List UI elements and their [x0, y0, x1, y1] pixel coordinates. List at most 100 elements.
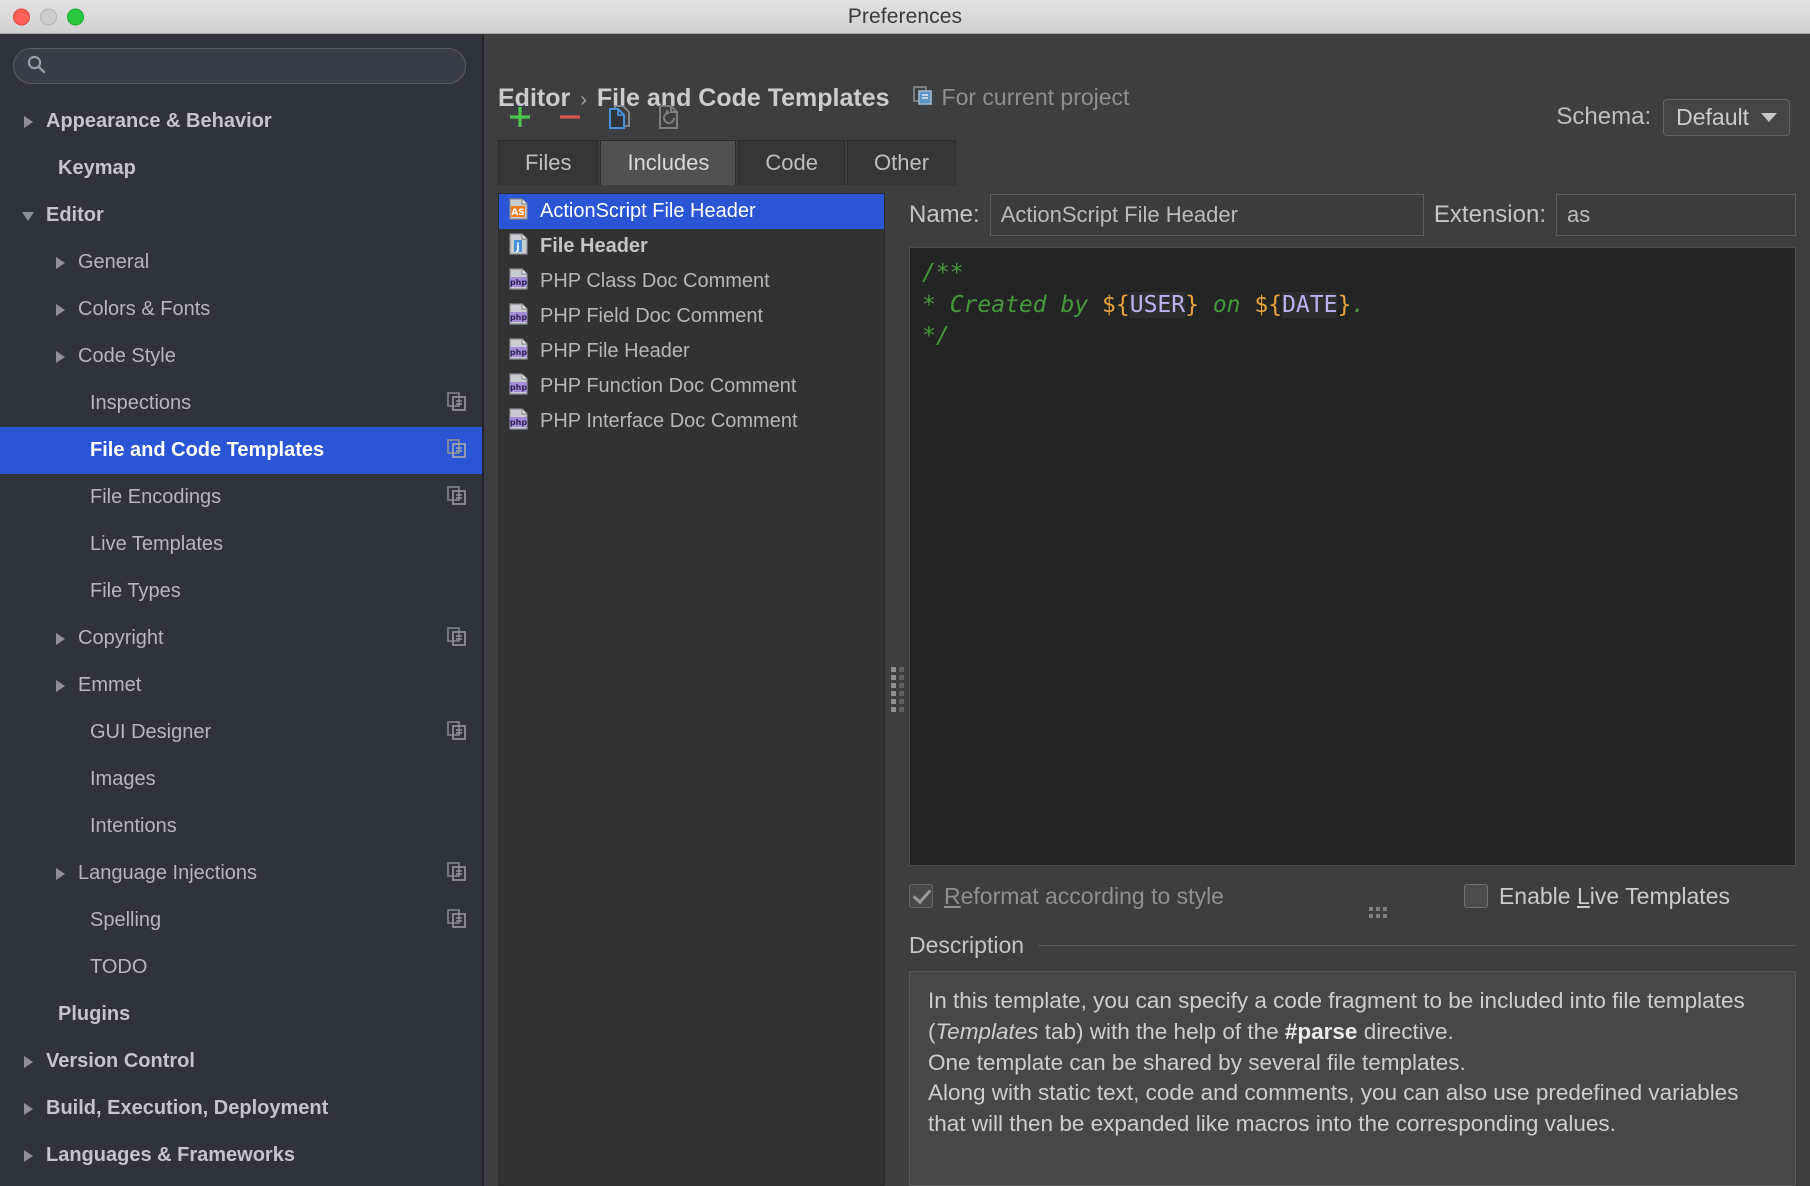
remove-template-button[interactable] — [548, 97, 592, 137]
code-var-date-name: DATE — [1282, 291, 1338, 318]
sidebar-item-keymap[interactable]: Keymap — [0, 145, 482, 192]
sidebar-item-appearance-behavior[interactable]: Appearance & Behavior — [0, 98, 482, 145]
svg-text:j: j — [515, 242, 519, 253]
sidebar-item-file-types[interactable]: File Types — [0, 568, 482, 615]
name-label: Name: — [909, 201, 980, 228]
search-field[interactable] — [13, 48, 466, 84]
chevron-down-icon[interactable] — [20, 207, 38, 225]
template-list-item[interactable]: AS ActionScript File Header — [499, 194, 884, 229]
sidebar-item-live-templates[interactable]: Live Templates — [0, 521, 482, 568]
sidebar-item-images[interactable]: Images — [0, 756, 482, 803]
template-list-item-label: PHP Field Doc Comment — [540, 305, 764, 327]
template-list-item[interactable]: j File Header — [499, 229, 884, 264]
code-var-user-close: } — [1185, 291, 1199, 318]
desc-p1-b: tab) with the help of the — [1038, 1018, 1285, 1044]
search-input[interactable] — [54, 57, 453, 75]
close-window-button[interactable] — [13, 8, 30, 25]
sidebar-item-spelling[interactable]: Spelling — [0, 897, 482, 944]
template-code-editor[interactable]: /** * Created by ${USER} on ${DATE}. */ — [909, 247, 1796, 866]
sidebar-item-build-execution-deployment[interactable]: Build, Execution, Deployment — [0, 1085, 482, 1132]
sidebar-item-file-and-code-templates[interactable]: File and Code Templates — [0, 427, 482, 474]
template-extension-value: as — [1567, 202, 1591, 227]
sidebar-item-intentions[interactable]: Intentions — [0, 803, 482, 850]
template-list-item[interactable]: php PHP File Header — [499, 334, 884, 369]
panel-splitter[interactable] — [885, 193, 909, 1186]
reset-template-button[interactable] — [648, 97, 692, 137]
sidebar-item-todo[interactable]: TODO — [0, 944, 482, 991]
chevron-right-icon[interactable] — [52, 865, 70, 883]
maximize-window-button[interactable] — [67, 8, 84, 25]
sidebar-item-emmet[interactable]: Emmet — [0, 662, 482, 709]
code-line-1: /** — [922, 258, 1795, 290]
svg-text:php: php — [510, 348, 527, 357]
desc-p3: Along with static text, code and comment… — [928, 1080, 1739, 1137]
tab-includes[interactable]: Includes — [600, 140, 737, 185]
reformat-option[interactable]: Reformat according to style — [909, 883, 1224, 910]
sidebar-item-label: Images — [90, 768, 156, 790]
sidebar-item-inspections[interactable]: Inspections — [0, 380, 482, 427]
enable-live-templates-option[interactable]: Enable Live Templates — [1463, 883, 1730, 910]
template-list-item-label: PHP Class Doc Comment — [540, 270, 770, 292]
chevron-right-icon[interactable] — [52, 254, 70, 272]
sidebar-item-general[interactable]: General — [0, 239, 482, 286]
sidebar-item-label: GUI Designer — [90, 721, 212, 743]
schema-select[interactable]: Default — [1663, 98, 1790, 136]
php-file-icon: php — [509, 373, 528, 395]
template-name-input[interactable]: ActionScript File Header — [989, 194, 1424, 236]
extension-label: Extension: — [1433, 201, 1546, 228]
template-list-item[interactable]: php PHP Interface Doc Comment — [499, 404, 884, 439]
sidebar-item-plugins[interactable]: Plugins — [0, 991, 482, 1038]
chevron-right-icon[interactable] — [52, 348, 70, 366]
tab-files[interactable]: Files — [498, 140, 599, 185]
template-extension-input[interactable]: as — [1556, 194, 1796, 236]
desc-p1-emphasis: Templates — [935, 1018, 1039, 1044]
sidebar-item-label: TODO — [90, 956, 148, 978]
sidebar-item-file-encodings[interactable]: File Encodings — [0, 474, 482, 521]
code-text-period: . — [1351, 291, 1366, 318]
sidebar-item-version-control[interactable]: Version Control — [0, 1038, 482, 1085]
settings-main-panel: Editor › File and Code Templates For cur… — [484, 34, 1810, 1186]
chevron-right-icon[interactable] — [20, 113, 38, 131]
svg-text:php: php — [510, 418, 527, 427]
copy-template-button[interactable] — [598, 97, 642, 137]
chevron-right-icon[interactable] — [20, 1147, 38, 1165]
sidebar-item-gui-designer[interactable]: GUI Designer — [0, 709, 482, 756]
window-body: Appearance & Behavior Keymap Editor General… — [0, 34, 1810, 1186]
enable-live-templates-checkbox[interactable] — [1463, 884, 1488, 908]
template-list-item[interactable]: php PHP Class Doc Comment — [499, 264, 884, 299]
code-comment-open: /** — [922, 260, 964, 286]
chevron-right-icon[interactable] — [20, 1053, 38, 1071]
add-template-button[interactable] — [498, 97, 542, 137]
reformat-label: Reformat according to style — [944, 883, 1224, 910]
sidebar-item-label: General — [78, 251, 150, 273]
chevron-right-icon[interactable] — [20, 1100, 38, 1118]
sidebar-item-languages-frameworks[interactable]: Languages & Frameworks — [0, 1132, 482, 1179]
sidebar-item-label: Editor — [46, 204, 104, 226]
template-list-item[interactable]: php PHP Field Doc Comment — [499, 299, 884, 334]
tab-code[interactable]: Code — [738, 140, 845, 185]
sidebar-item-copyright[interactable]: Copyright — [0, 615, 482, 662]
sidebar-item-label: File Types — [90, 580, 181, 602]
breadcrumb: Editor › File and Code Templates For cur… — [484, 34, 1810, 112]
tab-other[interactable]: Other — [847, 140, 957, 185]
chevron-right-icon[interactable] — [52, 630, 70, 648]
sidebar-item-language-injections[interactable]: Language Injections — [0, 850, 482, 897]
template-category-tabs: Files Includes Code Other — [484, 140, 1810, 185]
template-list[interactable]: AS ActionScript File Header j File Heade… — [498, 193, 885, 1186]
search-container — [0, 34, 482, 94]
project-scope-badge-icon — [446, 907, 468, 934]
sidebar-item-colors-fonts[interactable]: Colors & Fonts — [0, 286, 482, 333]
chevron-right-icon[interactable] — [52, 301, 70, 319]
templates-content: AS ActionScript File Header j File Heade… — [484, 185, 1810, 1186]
sidebar-item-code-style[interactable]: Code Style — [0, 333, 482, 380]
template-type-icon: j — [507, 232, 531, 261]
reformat-checkbox[interactable] — [909, 884, 933, 908]
enable-live-templates-label: Enable Live Templates — [1499, 883, 1730, 910]
project-scope-badge-icon — [446, 719, 468, 746]
sidebar-item-editor[interactable]: Editor — [0, 192, 482, 239]
minimize-window-button[interactable] — [40, 8, 57, 25]
template-list-item-label: PHP File Header — [540, 340, 690, 362]
template-list-item[interactable]: php PHP Function Doc Comment — [499, 369, 884, 404]
resize-grip-icon[interactable] — [1369, 907, 1387, 918]
chevron-right-icon[interactable] — [52, 677, 70, 695]
